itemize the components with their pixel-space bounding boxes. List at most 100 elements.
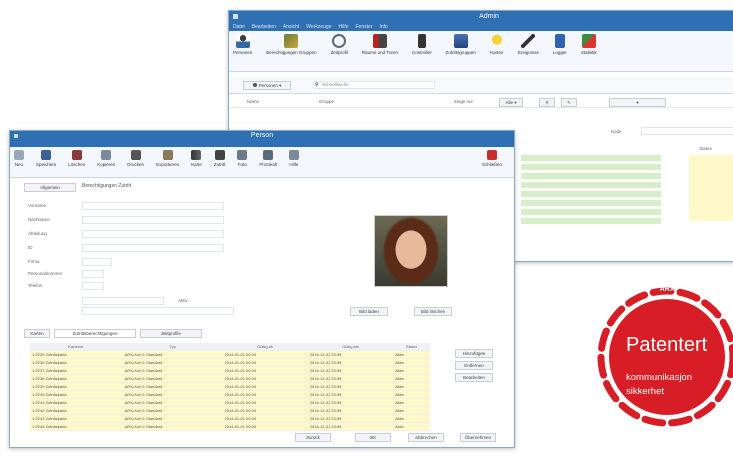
print-icon <box>130 150 141 160</box>
save-button[interactable]: Speichern <box>36 150 56 167</box>
toolbar-accessgroups-button[interactable]: Zutrittsgruppen <box>446 34 476 55</box>
toolbar-doors-button[interactable]: Räume und Türen <box>362 34 398 55</box>
patent-badge: ARX Patentert kommunikasjon sikkerhet <box>596 286 733 428</box>
personnelnr-field[interactable] <box>82 270 104 278</box>
notes-field[interactable] <box>82 307 234 315</box>
tab-permissions[interactable]: Berechtigungen Zutritt <box>82 183 131 192</box>
photo-button[interactable]: Foto <box>237 150 248 167</box>
tab-cards[interactable]: Karten <box>24 329 50 338</box>
toolbar-cards-button[interactable]: Karten <box>489 34 504 55</box>
menu-item[interactable]: Bearbeiten <box>252 23 276 31</box>
persons-dropdown[interactable]: Personen ▾ <box>243 81 291 90</box>
menu-item[interactable]: Hilfe <box>338 23 348 31</box>
search-button[interactable]: ⚲ <box>539 98 555 107</box>
cards-table: Kartennr. Typ Gültig ab Gültig bis Statu… <box>30 343 430 431</box>
delete-photo-button[interactable]: Bild löschen <box>414 307 452 316</box>
table-row[interactable]: 1-0244 Zutrittskarte ARX-Kort 1 Standard 2… <box>30 422 430 431</box>
back-window-title: Admin <box>479 13 499 20</box>
card-button[interactable]: Karte <box>191 150 202 167</box>
table-row[interactable]: 1-0238 Zutrittskarte ARX-Kort 1 Standard 2… <box>30 374 430 383</box>
load-photo-button[interactable]: Bild laden <box>350 307 388 316</box>
company-field[interactable] <box>82 258 112 266</box>
tab-timeprofiles[interactable]: Zeitprofile <box>140 329 202 338</box>
menu-item[interactable]: Fenster <box>356 23 373 31</box>
table-cell: 2016-12-31 23:59 <box>307 358 394 367</box>
code-input[interactable] <box>641 127 733 135</box>
table-row[interactable]: 1-0236 Zutrittskarte ARX-Kort 1 Standard 2… <box>30 358 430 367</box>
table-row[interactable]: 1-0243 Zutrittskarte ARX-Kort 1 Standard 2… <box>30 414 430 423</box>
toolbar-logger-button[interactable]: Logger <box>553 34 567 55</box>
table-row[interactable]: 1-0241 Zutrittskarte ARX-Kort 1 Standard 2… <box>30 398 430 407</box>
phone-field[interactable] <box>82 282 104 290</box>
table-row[interactable]: 1-0242 Zutrittskarte ARX-Kort 1 Standard 2… <box>30 406 430 415</box>
list-item[interactable] <box>521 164 661 170</box>
remove-button[interactable]: Entfernen <box>455 361 493 370</box>
tab-access-permissions[interactable]: Zutrittsberechtigungen <box>54 329 136 338</box>
menu-item[interactable]: Werkzeuge <box>306 23 331 31</box>
tab-general[interactable]: Allgemein <box>24 183 76 192</box>
search-input[interactable]: ⚲ Schnellsuche <box>313 81 435 89</box>
firstname-field[interactable] <box>82 202 224 210</box>
toolbar-events-button[interactable]: Ereignisse <box>518 34 539 55</box>
apply-button[interactable]: Übernehmen <box>460 433 496 442</box>
table-row[interactable]: 1-0240 Zutrittskarte ARX-Kort 1 Standard 2… <box>30 390 430 399</box>
list-item[interactable] <box>521 155 661 161</box>
col-header[interactable]: Gültig bis <box>307 343 394 351</box>
list-item[interactable] <box>521 191 661 197</box>
col-group-header[interactable]: Gruppe <box>319 99 334 104</box>
col-header[interactable]: Kartennr. <box>30 343 123 351</box>
col-header[interactable]: Typ <box>122 343 223 351</box>
table-cell: 2016-12-31 23:59 <box>307 374 394 383</box>
menu-item[interactable]: Info <box>379 23 387 31</box>
toolbar-groups-button[interactable]: Berechtigungen Gruppen <box>266 34 317 55</box>
lastname-field[interactable] <box>82 216 224 224</box>
options-dropdown[interactable]: ▾ <box>609 98 666 107</box>
ok-button[interactable]: OK <box>355 433 391 442</box>
badge-brand: ARX <box>659 286 675 293</box>
validity-select[interactable] <box>82 297 164 305</box>
print-button[interactable]: Drucken <box>127 150 144 167</box>
clear-button[interactable]: ✎ <box>561 98 577 107</box>
delete-button[interactable]: Löschen <box>68 150 85 167</box>
pagesize-select[interactable]: Alle ▾ <box>499 98 523 107</box>
toolbar-statistics-button[interactable]: Statistik <box>581 34 597 55</box>
table-cell: ARX-Kort 1 Standard <box>122 358 223 367</box>
active-label: Aktiv <box>178 298 188 303</box>
toolbar-persons-button[interactable]: Personen <box>233 34 252 55</box>
list-item[interactable] <box>521 209 661 215</box>
list-item[interactable] <box>521 200 661 206</box>
list-item[interactable] <box>521 182 661 188</box>
id-field[interactable] <box>82 244 224 252</box>
col-header[interactable]: Gültig ab <box>222 343 308 351</box>
access-button[interactable]: Zutritt <box>214 150 225 167</box>
new-button[interactable]: Neu <box>14 150 24 167</box>
export-icon <box>162 150 173 160</box>
close-button[interactable]: Schließen <box>482 150 502 167</box>
toolbar-controller-button[interactable]: Controller <box>412 34 432 55</box>
table-row[interactable]: 1-0239 Zutrittskarte ARX-Kort 1 Standard 2… <box>30 382 430 391</box>
table-row[interactable]: 1-0237 Zutrittskarte ARX-Kort 1 Standard 2… <box>30 366 430 375</box>
log-button[interactable]: Protokoll <box>259 150 277 167</box>
cancel-button[interactable]: Abbrechen <box>408 433 444 442</box>
table-cell: 1-0235 Zutrittskarte <box>30 350 123 359</box>
list-item[interactable] <box>521 173 661 179</box>
back-button[interactable]: Zurück <box>295 433 331 442</box>
camera-icon <box>237 150 248 160</box>
front-toolbar: Neu Speichern Löschen Kopieren Drucken E… <box>10 147 514 178</box>
menu-item[interactable]: Ansicht <box>283 23 299 31</box>
toolbar-timeprofile-button[interactable]: Zeitprofil <box>331 34 348 55</box>
list-item[interactable] <box>521 218 661 224</box>
export-button[interactable]: Exportieren <box>156 150 179 167</box>
table-cell: 1-0237 Zutrittskarte <box>30 366 123 375</box>
department-field[interactable] <box>82 230 224 238</box>
edit-button[interactable]: Bearbeiten <box>455 373 493 382</box>
help-button[interactable]: Hilfe <box>288 150 299 167</box>
add-button[interactable]: Hinzufügen <box>455 349 493 358</box>
col-name-header[interactable]: Name <box>247 99 259 104</box>
col-header[interactable]: Status <box>393 343 430 351</box>
table-cell: 2014-01-01 00:00 <box>222 374 308 383</box>
copy-button[interactable]: Kopieren <box>97 150 115 167</box>
menu-item[interactable]: Datei <box>233 23 245 31</box>
table-cell: Aktiv <box>393 366 430 375</box>
table-row[interactable]: 1-0235 Zutrittskarte ARX-Kort 1 Standard 2… <box>30 350 430 359</box>
